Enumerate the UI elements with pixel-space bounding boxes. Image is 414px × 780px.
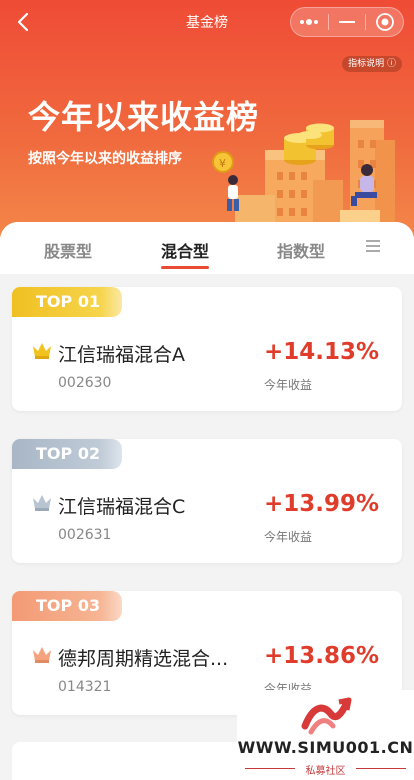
rank-badge: TOP 03 xyxy=(12,591,122,621)
crown-bronze-icon xyxy=(33,647,51,663)
indicator-explain-button[interactable]: 指标说明 ⓘ xyxy=(342,56,402,72)
tab-index[interactable]: 指数型 xyxy=(277,238,325,262)
more-dots-icon[interactable] xyxy=(291,8,328,36)
svg-text:¥: ¥ xyxy=(219,157,226,170)
crown-silver-icon xyxy=(33,495,51,511)
rank-badge: TOP 01 xyxy=(12,287,122,317)
header-banner: 基金榜 指标说明 ⓘ 今年以来收益榜 按照今年以来的收益排序 ¥ xyxy=(0,0,414,250)
indicator-label: 指标说明 xyxy=(348,59,385,69)
fund-return: +13.86% xyxy=(264,643,380,669)
tab-mixed[interactable]: 混合型 xyxy=(161,238,209,262)
target-circle-icon[interactable] xyxy=(366,8,403,36)
tab-stock[interactable]: 股票型 xyxy=(44,238,92,262)
minus-icon[interactable] xyxy=(329,8,366,36)
category-tabs: 股票型 混合型 指数型 xyxy=(0,222,414,274)
fund-card[interactable]: TOP 01 江信瑞福混合A 002630 +14.13% 今年收益 xyxy=(12,287,402,411)
nav-bar: 基金榜 xyxy=(0,0,414,44)
fund-card[interactable]: TOP 02 江信瑞福混合C 002631 +13.99% 今年收益 xyxy=(12,439,402,563)
fund-return: +14.13% xyxy=(264,339,380,365)
info-icon: ⓘ xyxy=(386,59,396,69)
watermark: WWW.SIMU001.CN 私募社区 xyxy=(237,690,414,780)
return-label: 今年收益 xyxy=(264,378,313,392)
active-tab-indicator xyxy=(161,266,209,269)
return-label: 今年收益 xyxy=(264,530,313,544)
banner-subtitle: 按照今年以来的收益排序 xyxy=(28,151,182,167)
fund-return: +13.99% xyxy=(264,491,380,517)
mini-program-capsule xyxy=(290,7,404,37)
fund-code: 014321 xyxy=(58,679,112,695)
list-menu-icon[interactable] xyxy=(366,240,382,254)
fund-name: 江信瑞福混合A xyxy=(58,344,185,366)
fund-name: 江信瑞福混合C xyxy=(58,496,186,518)
fund-code: 002631 xyxy=(58,527,112,543)
watermark-label: 私募社区 xyxy=(305,766,346,777)
watermark-site: WWW.SIMU001.CN xyxy=(237,738,414,757)
watermark-logo-icon xyxy=(301,697,352,735)
crown-gold-icon xyxy=(33,343,51,359)
rank-badge: TOP 02 xyxy=(12,439,122,469)
watermark-divider xyxy=(356,768,406,769)
fund-name: 德邦周期精选混合... xyxy=(58,648,229,670)
fund-code: 002630 xyxy=(58,375,112,391)
